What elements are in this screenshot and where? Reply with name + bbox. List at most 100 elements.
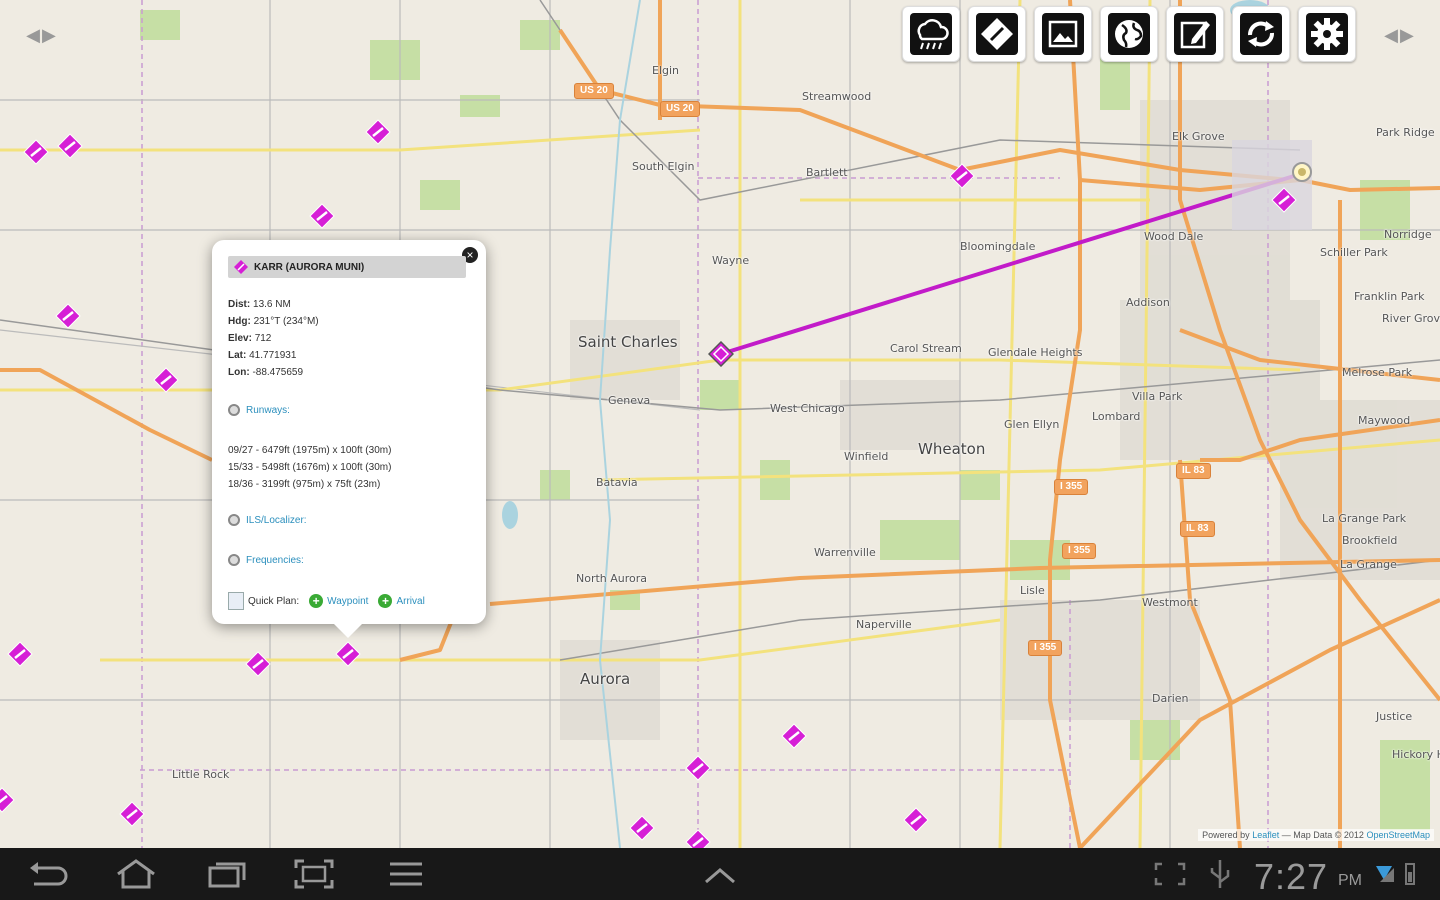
airport-diamond-icon — [309, 203, 335, 229]
place-label: Brookfield — [1342, 534, 1398, 547]
airport-marker[interactable] — [309, 203, 335, 229]
pan-arrows-right[interactable]: ◀ ▶ — [1378, 20, 1420, 50]
usb-status — [1202, 858, 1238, 890]
airport-marker[interactable] — [685, 755, 711, 781]
gear-icon — [1306, 13, 1348, 55]
place-label: Saint Charles — [578, 333, 678, 351]
airport-marker[interactable] — [119, 801, 145, 827]
airport-marker[interactable] — [335, 641, 361, 667]
place-label: Addison — [1126, 296, 1170, 309]
place-label: River Grove — [1382, 312, 1440, 325]
place-label: Westmont — [1142, 596, 1198, 609]
runway-item: 09/27 - 6479ft (1975m) x 100ft (30m) — [228, 445, 392, 456]
place-label: South Elgin — [632, 160, 695, 173]
road-shield: US 20 — [660, 101, 700, 117]
airport-marker[interactable] — [245, 651, 271, 677]
screen-mode-button[interactable] — [1150, 858, 1190, 890]
globe-button[interactable] — [1100, 6, 1158, 62]
place-label: Winfield — [844, 450, 889, 463]
pencil-icon — [1174, 13, 1216, 55]
airport-diamond-icon — [7, 641, 33, 667]
screenshot-button[interactable] — [290, 858, 338, 890]
arrow-left-icon[interactable]: ◀ — [1384, 26, 1398, 44]
plus-icon: + — [309, 594, 324, 608]
attribution-prefix: Powered by — [1202, 830, 1250, 840]
frequencies-toggle[interactable]: Frequencies: — [228, 554, 304, 566]
airport-marker[interactable] — [7, 641, 33, 667]
chevron-up-icon — [705, 868, 735, 884]
osm-link[interactable]: OpenStreetMap — [1366, 830, 1430, 840]
airport-marker[interactable] — [153, 367, 179, 393]
place-label: Warrenville — [814, 546, 876, 559]
popup-header: KARR (AURORA MUNI) — [228, 256, 466, 278]
arrival-label: Arrival — [396, 595, 425, 607]
fullscreen-icon — [1154, 862, 1186, 886]
airport-marker[interactable] — [629, 815, 655, 841]
lat-label: Lat: — [228, 350, 247, 361]
expand-tray-button[interactable] — [696, 858, 744, 890]
expand-icon — [228, 514, 240, 526]
airport-details: Dist: 13.6 NM Hdg: 231°T (234°M) Elev: 7… — [228, 296, 319, 381]
waypoint-button[interactable]: + Waypoint — [309, 594, 368, 608]
back-button[interactable] — [24, 858, 72, 890]
recent-apps-button[interactable] — [202, 858, 250, 890]
arrow-left-icon[interactable]: ◀ — [26, 26, 40, 44]
place-label: Franklin Park — [1354, 290, 1425, 303]
place-label: Glendale Heights — [988, 346, 1083, 359]
place-label: Melrose Park — [1342, 366, 1413, 379]
airport-marker[interactable] — [23, 139, 49, 165]
ohare-airport-marker[interactable] — [1289, 159, 1315, 185]
place-label: Aurora — [580, 670, 631, 688]
home-button[interactable] — [112, 858, 160, 890]
runways-toggle[interactable]: Runways: — [228, 404, 290, 416]
attribution-copyright: — Map Data © 2012 — [1281, 830, 1364, 840]
arrow-right-icon[interactable]: ▶ — [1400, 26, 1414, 44]
airport-marker[interactable] — [365, 119, 391, 145]
place-label: Naperville — [856, 618, 912, 631]
place-label: Lisle — [1020, 584, 1045, 597]
dist-value: 13.6 NM — [253, 299, 291, 310]
image-button[interactable] — [1034, 6, 1092, 62]
airport-marker[interactable] — [781, 723, 807, 749]
place-label: Elgin — [652, 64, 680, 77]
airport-marker[interactable] — [949, 163, 975, 189]
signal-battery-icon — [1376, 863, 1415, 885]
airport-button[interactable] — [968, 6, 1026, 62]
airport-marker[interactable] — [903, 807, 929, 833]
ils-toggle[interactable]: ILS/Localizer: — [228, 514, 307, 526]
leaflet-link[interactable]: Leaflet — [1252, 830, 1279, 840]
status-icons[interactable] — [1372, 858, 1422, 890]
arrival-button[interactable]: + Arrival — [378, 594, 425, 608]
menu-button[interactable] — [382, 858, 430, 890]
elev-value: 712 — [254, 333, 272, 344]
airport-info-popup: × KARR (AURORA MUNI) Dist: 13.6 NM Hdg: … — [212, 240, 486, 638]
quick-plan: Quick Plan: — [228, 592, 299, 610]
airport-marker[interactable] — [55, 303, 81, 329]
map-toolbar — [902, 6, 1356, 62]
edit-button[interactable] — [1166, 6, 1224, 62]
airport-diamond-icon — [55, 303, 81, 329]
expand-icon — [228, 404, 240, 416]
airport-marker[interactable] — [1271, 187, 1297, 213]
dist-label: Dist: — [228, 299, 251, 310]
airport-marker[interactable] — [685, 829, 711, 848]
place-label: Schiller Park — [1320, 246, 1388, 259]
arrow-right-icon[interactable]: ▶ — [42, 26, 56, 44]
airport-diamond-icon — [365, 119, 391, 145]
airport-diamond-icon — [629, 815, 655, 841]
home-icon — [117, 859, 155, 889]
weather-button[interactable] — [902, 6, 960, 62]
diamond-sign-icon — [976, 13, 1018, 55]
runway-item: 15/33 - 5498ft (1676m) x 100ft (30m) — [228, 462, 392, 473]
runways-label: Runways: — [246, 404, 290, 416]
airport-marker[interactable] — [0, 787, 15, 813]
airport-diamond-icon — [781, 723, 807, 749]
refresh-button[interactable] — [1232, 6, 1290, 62]
airport-marker[interactable] — [57, 133, 83, 159]
pan-arrows-left[interactable]: ◀ ▶ — [20, 20, 62, 50]
selected-airport-marker[interactable] — [708, 341, 734, 367]
settings-button[interactable] — [1298, 6, 1356, 62]
airport-diamond-icon — [234, 260, 248, 274]
airport-diamond-icon — [903, 807, 929, 833]
place-label: Geneva — [608, 394, 651, 407]
